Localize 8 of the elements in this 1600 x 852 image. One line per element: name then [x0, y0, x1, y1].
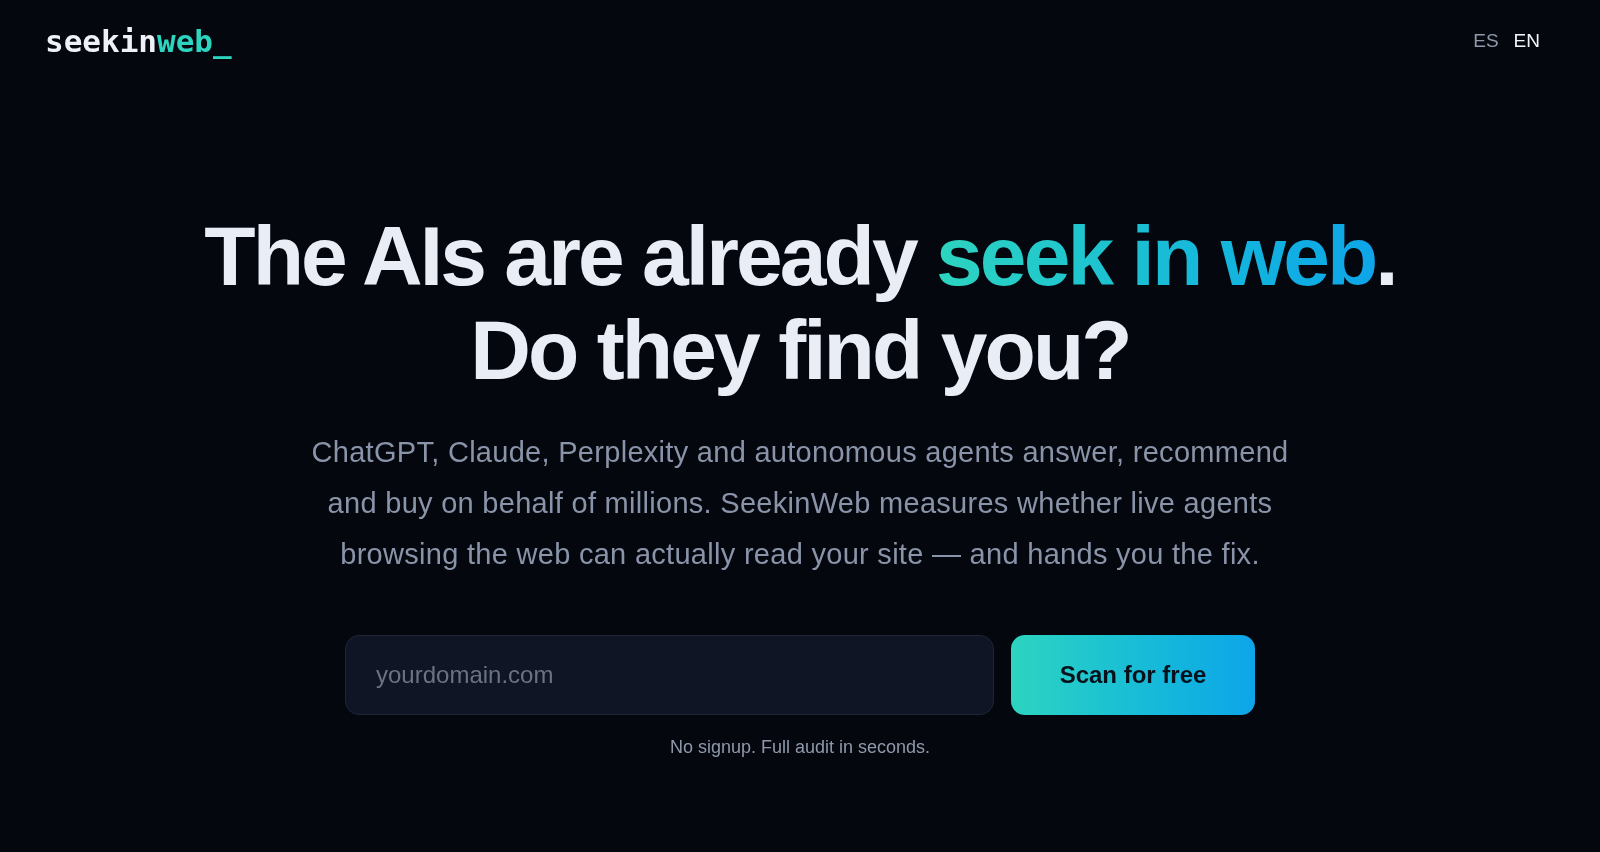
language-option[interactable]: ES: [1467, 22, 1505, 60]
logo[interactable]: seekinweb_: [45, 25, 232, 57]
scan-button[interactable]: Scan for free: [1011, 635, 1255, 715]
note: No signup. Full audit in seconds.: [669, 736, 931, 759]
headline: The AIs are already seek in web. Do they find you?: [204, 209, 1396, 397]
language-option[interactable]: EN: [1507, 22, 1546, 60]
description: ChatGPT, Claude, Perplexity and autonomous agents answer, recommend and buy on behalf of millions. SeekinWeb measures whether live agents browsing the web can actually read your site — and hands you the fix.: [310, 435, 1290, 572]
domain-field[interactable]: yourdomain.com: [345, 635, 994, 715]
